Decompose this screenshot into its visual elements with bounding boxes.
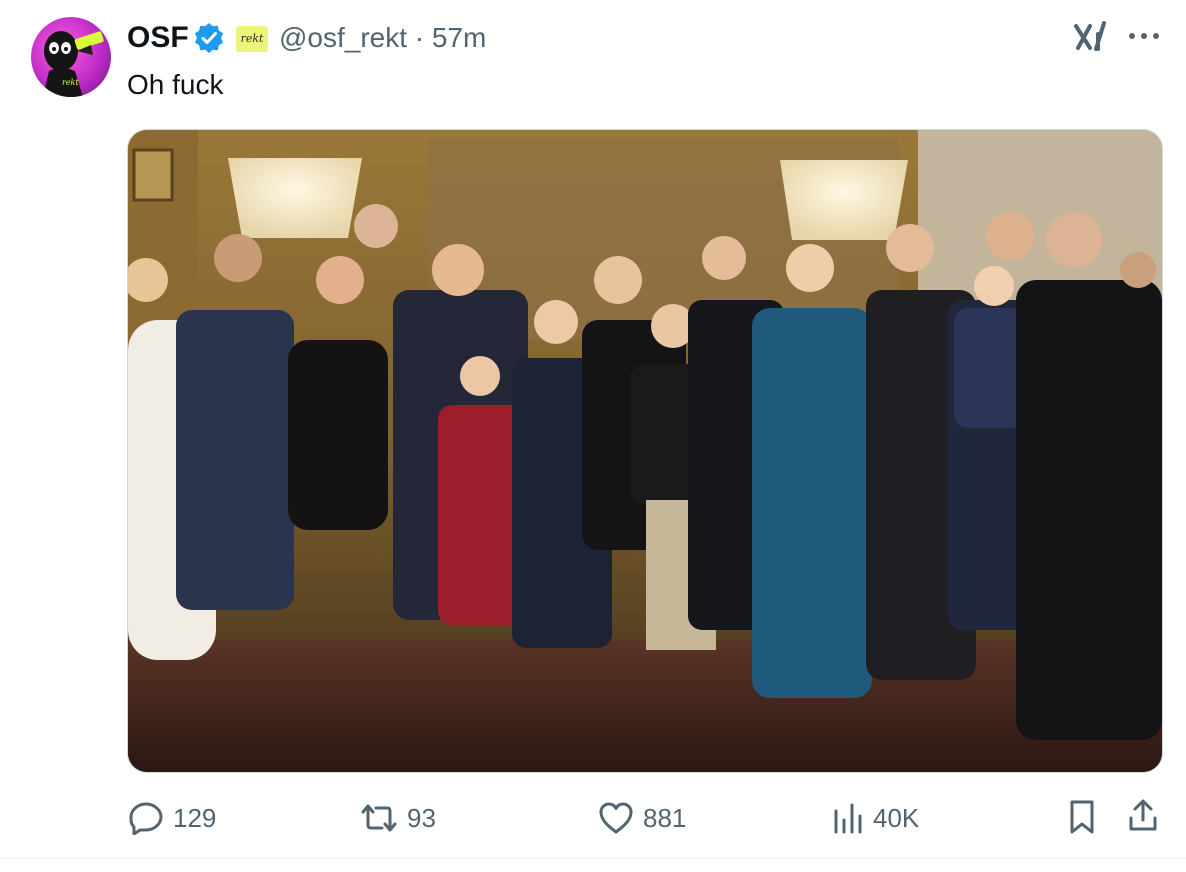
avatar-label: rekt bbox=[62, 78, 79, 87]
bookmark-icon[interactable] bbox=[1068, 799, 1096, 835]
affiliate-badge[interactable]: rekt bbox=[236, 26, 268, 52]
views-button[interactable]: 40K bbox=[832, 798, 919, 838]
reply-button[interactable]: 129 bbox=[128, 798, 216, 838]
verified-icon bbox=[194, 23, 224, 53]
views-icon bbox=[834, 803, 862, 834]
like-icon bbox=[599, 802, 633, 834]
repost-button[interactable]: 93 bbox=[360, 798, 436, 838]
share-icon[interactable] bbox=[1127, 798, 1159, 834]
tweet-image[interactable] bbox=[127, 129, 1163, 773]
author-name[interactable]: OSF bbox=[127, 18, 189, 58]
like-count: 881 bbox=[643, 802, 687, 833]
tweet-text: Oh fuck bbox=[127, 69, 224, 100]
reply-icon bbox=[129, 802, 163, 835]
avatar[interactable]: rekt bbox=[31, 17, 111, 97]
reply-count: 129 bbox=[173, 802, 217, 833]
grok-icon[interactable] bbox=[1072, 20, 1108, 54]
repost-count: 93 bbox=[407, 802, 436, 833]
like-button[interactable]: 881 bbox=[598, 798, 686, 838]
repost-icon bbox=[361, 804, 397, 832]
more-icon[interactable] bbox=[1126, 24, 1162, 48]
divider bbox=[0, 858, 1186, 859]
views-count: 40K bbox=[873, 802, 920, 833]
handle-and-time[interactable]: @osf_rekt · 57m bbox=[279, 18, 486, 58]
